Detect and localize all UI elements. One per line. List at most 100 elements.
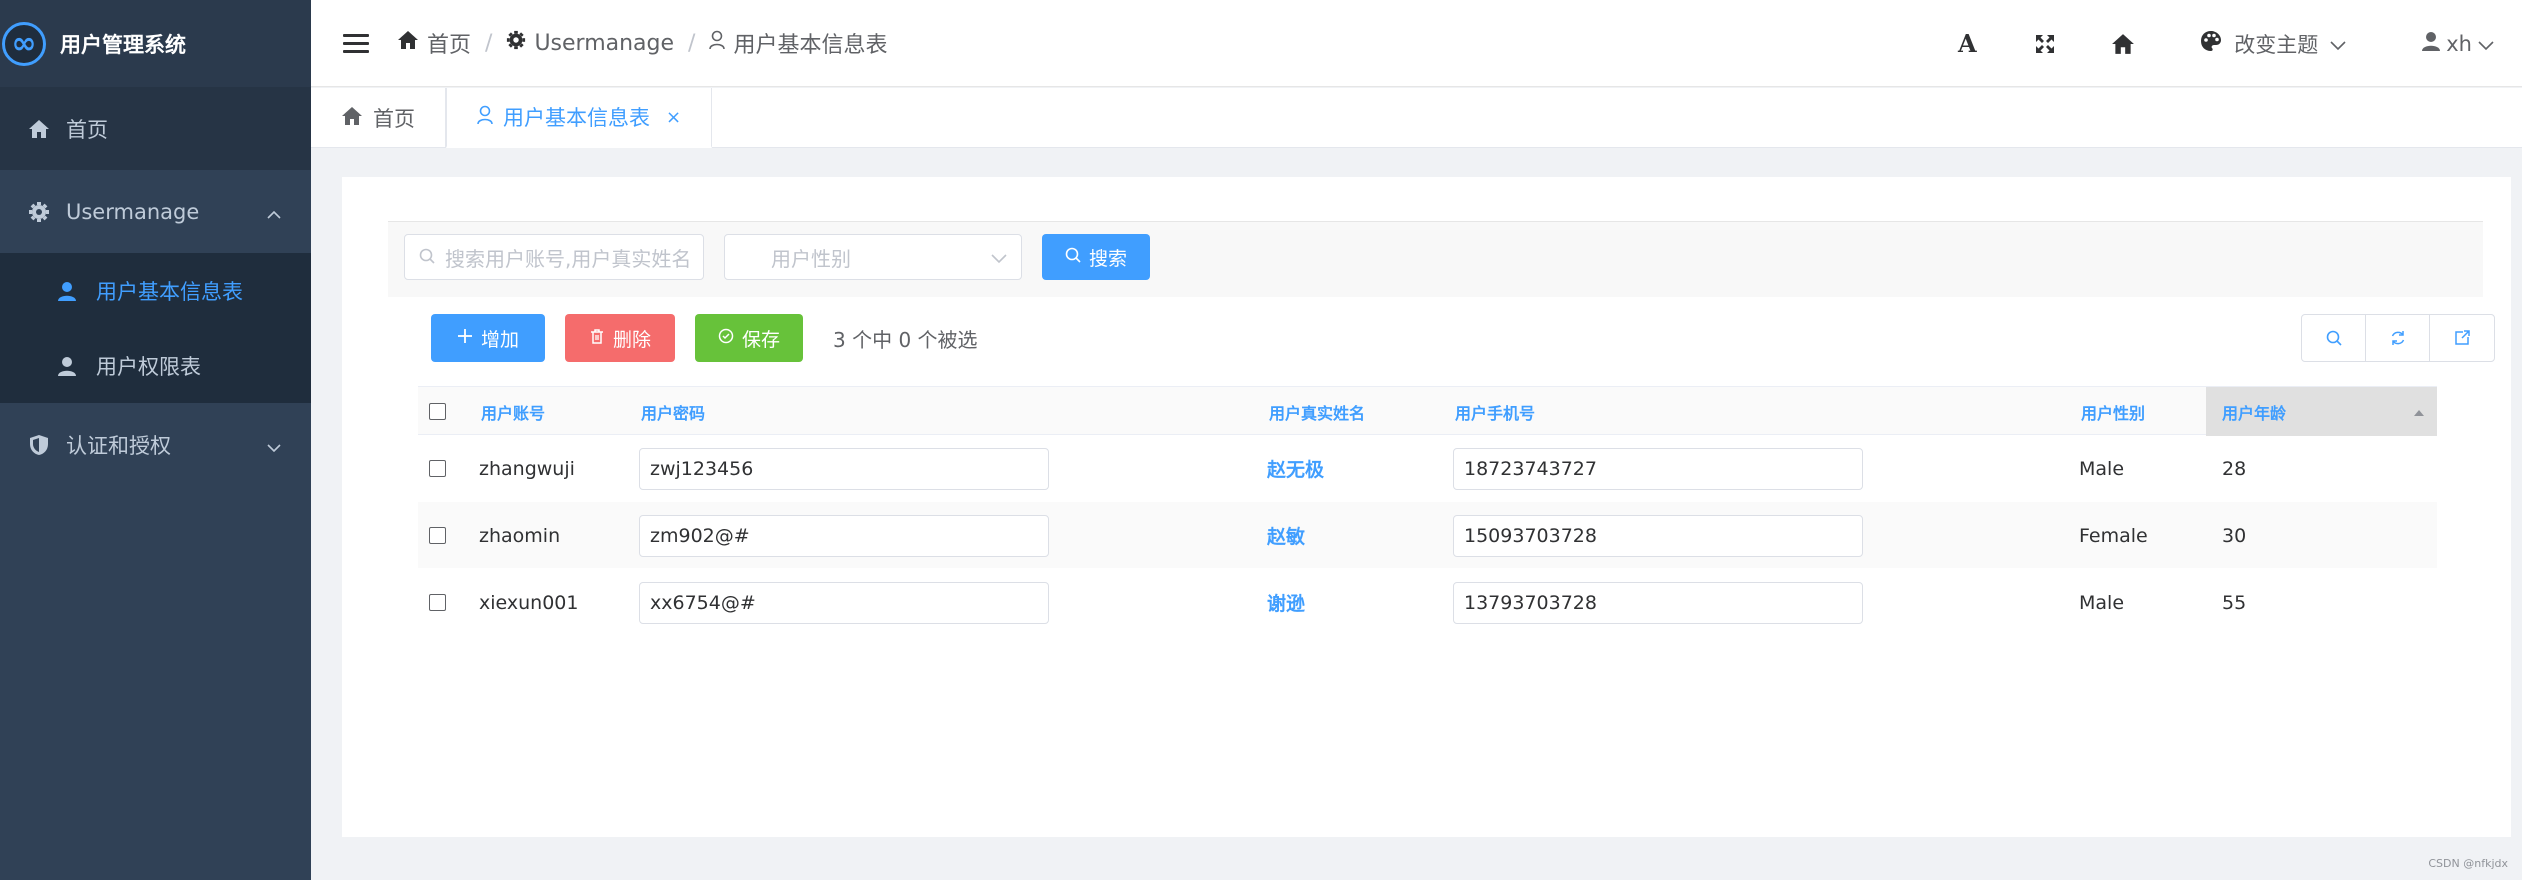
search-button[interactable]: 搜索 <box>1042 234 1150 280</box>
gender-cell: Male <box>2079 591 2125 614</box>
breadcrumb: 首页 / Usermanage / 用户基本信息表 <box>397 27 887 59</box>
column-header-gender[interactable]: 用户性别 <box>2081 387 2145 436</box>
gender-select[interactable]: 用户性别 <box>724 234 1022 280</box>
sidebar-item-user-basic-info[interactable]: 用户基本信息表 <box>0 253 311 328</box>
column-header-phone[interactable]: 用户手机号 <box>1455 387 1535 436</box>
infinity-logo-icon: ∞ <box>2 21 46 66</box>
sidebar-item-home[interactable]: 首页 <box>0 87 311 170</box>
age-cell: 30 <box>2222 524 2247 547</box>
chevron-down-icon <box>267 433 281 457</box>
fullscreen-icon[interactable] <box>2022 21 2068 67</box>
breadcrumb-current: 用户基本信息表 <box>709 27 887 59</box>
save-button[interactable]: 保存 <box>695 314 803 362</box>
search-input-placeholder: 搜索用户账号,用户真实姓名 <box>445 246 692 271</box>
sidebar-item-label: Usermanage <box>66 199 200 224</box>
gender-select-placeholder: 用户性别 <box>771 246 851 271</box>
tab-home[interactable]: 首页 <box>311 88 446 148</box>
hamburger-menu-icon[interactable] <box>343 30 369 56</box>
real-name-cell[interactable]: 赵无极 <box>1267 435 1324 502</box>
usermanage-submenu: 用户基本信息表 用户权限表 <box>0 253 311 403</box>
row-checkbox[interactable] <box>429 502 446 569</box>
shield-icon <box>26 434 52 456</box>
table-tools <box>2301 314 2495 362</box>
chevron-down-icon <box>991 245 1007 269</box>
row-checkbox[interactable] <box>429 435 446 502</box>
tab-user-basic-info[interactable]: 用户基本信息表 × <box>446 88 713 148</box>
search-icon <box>1065 246 1081 268</box>
table-toolbar: 增加 删除 保存 3 个中 0 个被选 <box>431 314 978 362</box>
add-button[interactable]: 增加 <box>431 314 545 362</box>
phone-cell: 15093703728 <box>1453 502 1863 569</box>
sidebar-item-user-permissions[interactable]: 用户权限表 <box>0 328 311 403</box>
home-icon <box>341 106 363 131</box>
sidebar-item-label: 用户权限表 <box>96 354 201 379</box>
account-cell: zhaomin <box>479 524 561 547</box>
age-cell: 55 <box>2222 591 2247 614</box>
selection-count: 3 个中 0 个被选 <box>833 327 978 352</box>
column-header-password[interactable]: 用户密码 <box>641 387 705 436</box>
palette-icon <box>2200 30 2222 57</box>
export-icon[interactable] <box>2430 315 2494 361</box>
user-outline-icon <box>477 105 493 130</box>
phone-input[interactable]: 13793703728 <box>1453 581 1863 624</box>
header-actions: A 改变主题 xh <box>1944 0 2522 87</box>
user-table: 用户账号 用户密码 用户真实姓名 用户手机号 用户性别 用户年龄 zhangwu… <box>418 386 2437 636</box>
real-name-cell[interactable]: 赵敏 <box>1267 502 1305 569</box>
breadcrumb-separator: / <box>688 30 696 56</box>
password-input[interactable]: xx6754@# <box>639 581 1049 624</box>
column-header-account[interactable]: 用户账号 <box>481 387 545 436</box>
sort-asc-icon <box>2413 402 2425 421</box>
password-cell: xx6754@# <box>639 569 1049 636</box>
main-card: 搜索用户账号,用户真实姓名 用户性别 搜索 增加 删除 保存 3 个中 0 个被… <box>342 177 2511 837</box>
account-cell: xiexun001 <box>479 591 579 614</box>
chevron-down-icon <box>2330 32 2346 56</box>
search-bar: 搜索用户账号,用户真实姓名 用户性别 搜索 <box>388 221 2483 297</box>
refresh-icon[interactable] <box>2366 315 2430 361</box>
select-all-checkbox[interactable] <box>429 387 446 436</box>
password-cell: zwj123456 <box>639 435 1049 502</box>
delete-button[interactable]: 删除 <box>565 314 675 362</box>
password-input[interactable]: zwj123456 <box>639 447 1049 490</box>
table-header: 用户账号 用户密码 用户真实姓名 用户手机号 用户性别 用户年龄 <box>418 386 2437 436</box>
account-cell: zhangwuji <box>479 457 575 480</box>
table-row: zhangwuji zwj123456 赵无极 18723743727 Male… <box>418 435 2437 502</box>
sidebar-item-usermanage[interactable]: Usermanage <box>0 170 311 253</box>
plus-icon <box>457 327 473 349</box>
phone-input[interactable]: 18723743727 <box>1453 447 1863 490</box>
sidebar-item-label: 用户基本信息表 <box>96 279 243 304</box>
home-icon <box>397 30 419 56</box>
theme-switcher[interactable]: 改变主题 <box>2200 29 2346 59</box>
search-input[interactable]: 搜索用户账号,用户真实姓名 <box>404 234 704 280</box>
breadcrumb-home[interactable]: 首页 <box>397 27 471 59</box>
font-size-icon[interactable]: A <box>1944 21 1990 67</box>
search-icon <box>419 245 435 269</box>
breadcrumb-usermanage[interactable]: Usermanage <box>506 30 674 56</box>
home-icon <box>26 119 52 139</box>
brand: ∞ 用户管理系统 <box>0 0 311 87</box>
home-icon[interactable] <box>2100 21 2146 67</box>
column-header-age[interactable]: 用户年龄 <box>2206 387 2437 436</box>
search-icon[interactable] <box>2302 315 2366 361</box>
sidebar-item-auth[interactable]: 认证和授权 <box>0 403 311 486</box>
phone-cell: 13793703728 <box>1453 569 1863 636</box>
user-name: xh <box>2446 31 2472 56</box>
user-menu[interactable]: xh <box>2422 31 2494 56</box>
phone-cell: 18723743727 <box>1453 435 1863 502</box>
app-title: 用户管理系统 <box>60 32 186 57</box>
user-icon <box>56 281 78 301</box>
close-icon[interactable]: × <box>666 107 681 128</box>
watermark: CSDN @nfkjdx <box>2428 857 2508 870</box>
table-row: zhaomin zm902@# 赵敏 15093703728 Female 30 <box>418 502 2437 569</box>
gear-icon <box>26 201 52 223</box>
phone-input[interactable]: 15093703728 <box>1453 514 1863 557</box>
table-row: xiexun001 xx6754@# 谢逊 13793703728 Male 5… <box>418 569 2437 636</box>
user-icon <box>56 356 78 376</box>
password-input[interactable]: zm902@# <box>639 514 1049 557</box>
column-header-real-name[interactable]: 用户真实姓名 <box>1269 387 1365 436</box>
real-name-cell[interactable]: 谢逊 <box>1267 569 1305 636</box>
chevron-up-icon <box>267 200 281 224</box>
gender-cell: Male <box>2079 457 2125 480</box>
sidebar-item-label: 首页 <box>66 117 108 142</box>
row-checkbox[interactable] <box>429 569 446 636</box>
sidebar: ∞ 用户管理系统 首页 Usermanage 用户基本信息表 用户权限表 认证和… <box>0 0 311 880</box>
